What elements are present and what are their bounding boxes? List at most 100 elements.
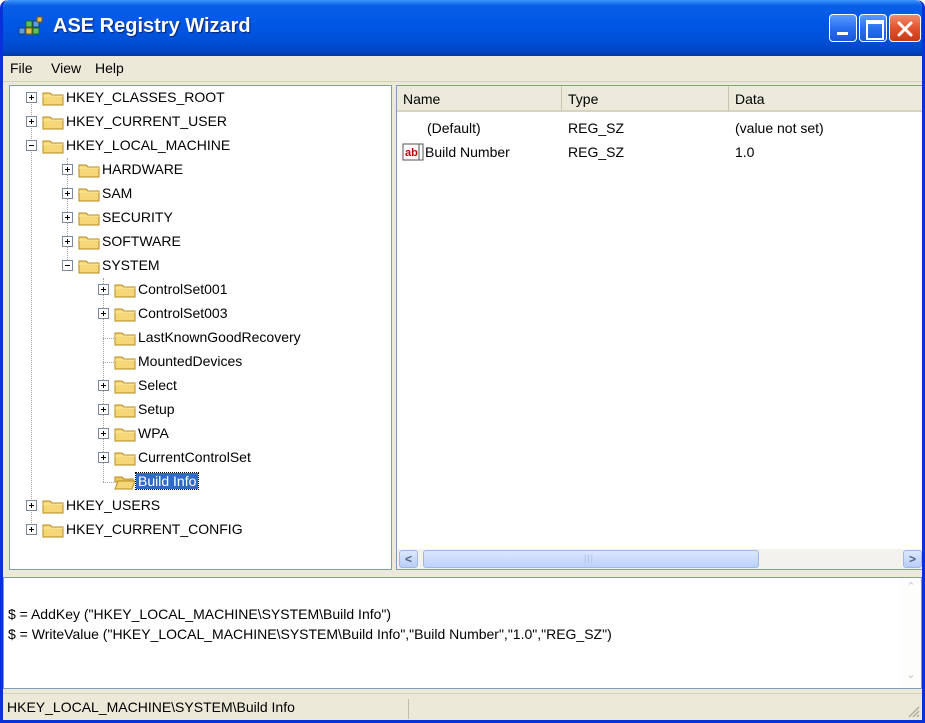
- expand-icon[interactable]: [98, 428, 109, 439]
- tree-node-label: CurrentControlSet: [138, 449, 251, 465]
- tree-node-system[interactable]: SYSTEM: [10, 254, 390, 278]
- menu-bar: File View Help: [3, 56, 922, 82]
- tree-node-label: LastKnownGoodRecovery: [138, 329, 301, 345]
- folder-icon: [114, 452, 136, 466]
- values-list[interactable]: Name Type Data (Default) REG_SZ (value n…: [396, 85, 922, 570]
- tree-node-label: ControlSet001: [138, 281, 228, 297]
- menu-view[interactable]: View: [51, 60, 81, 76]
- value-data: (value not set): [735, 120, 824, 136]
- tree-node-currentcontrolset[interactable]: CurrentControlSet: [10, 446, 390, 470]
- tree-node-label: ControlSet003: [138, 305, 228, 321]
- string-value-icon: ab: [402, 143, 424, 161]
- folder-icon: [114, 428, 136, 442]
- scroll-left-icon[interactable]: <: [399, 550, 418, 568]
- expand-icon[interactable]: [98, 452, 109, 463]
- column-header-type[interactable]: Type: [562, 86, 729, 112]
- tree-node-controlset001[interactable]: ControlSet001: [10, 278, 390, 302]
- menu-help[interactable]: Help: [95, 60, 124, 76]
- tree-node-security[interactable]: SECURITY: [10, 206, 390, 230]
- collapse-icon[interactable]: [62, 260, 73, 271]
- scroll-thumb[interactable]: [423, 550, 759, 568]
- tree-node-lastknowngoodrecovery[interactable]: LastKnownGoodRecovery: [10, 326, 390, 350]
- tree-node-label: Setup: [138, 401, 175, 417]
- menu-file[interactable]: File: [10, 60, 33, 76]
- status-path: HKEY_LOCAL_MACHINE\SYSTEM\Build Info: [7, 699, 409, 719]
- tree-node-label: SOFTWARE: [102, 233, 181, 249]
- folder-icon: [42, 524, 64, 538]
- vertical-scrollbar[interactable]: ⌃ ⌄: [901, 578, 921, 688]
- folder-icon: [42, 116, 64, 130]
- tree-node-hkey-users[interactable]: HKEY_USERS: [10, 494, 390, 518]
- list-row-build-number[interactable]: ab Build Number REG_SZ 1.0: [397, 140, 922, 164]
- expand-icon[interactable]: [26, 92, 37, 103]
- folder-icon: [78, 212, 100, 226]
- script-line: $ = AddKey ("HKEY_LOCAL_MACHINE\SYSTEM\B…: [8, 606, 392, 622]
- scroll-right-icon[interactable]: >: [903, 550, 922, 568]
- expand-icon[interactable]: [98, 380, 109, 391]
- tree-node-label: HKEY_CURRENT_CONFIG: [66, 521, 243, 537]
- column-header-name[interactable]: Name: [397, 86, 562, 112]
- folder-icon: [114, 380, 136, 394]
- folder-icon: [114, 404, 136, 418]
- folder-icon: [114, 308, 136, 322]
- tree-node-hkey-local-machine[interactable]: HKEY_LOCAL_MACHINE: [10, 134, 390, 158]
- folder-icon: [78, 236, 100, 250]
- folder-icon: [42, 92, 64, 106]
- expand-icon[interactable]: [26, 500, 37, 511]
- expand-icon[interactable]: [98, 308, 109, 319]
- title-bar[interactable]: ASE Registry Wizard: [3, 0, 922, 56]
- tree-node-build-info[interactable]: Build Info: [10, 470, 390, 494]
- tree-node-label: HKEY_USERS: [66, 497, 161, 513]
- registry-app-icon: [18, 16, 43, 35]
- expand-icon[interactable]: [26, 116, 37, 127]
- folder-icon: [78, 260, 100, 274]
- tree-node-label: HARDWARE: [102, 161, 184, 177]
- script-line: $ = WriteValue ("HKEY_LOCAL_MACHINE\SYST…: [8, 626, 612, 642]
- tree-node-wpa[interactable]: WPA: [10, 422, 390, 446]
- tree-node-label: MountedDevices: [138, 353, 243, 369]
- tree-node-controlset003[interactable]: ControlSet003: [10, 302, 390, 326]
- tree-node-label: SAM: [102, 185, 133, 201]
- column-header-data[interactable]: Data: [729, 86, 922, 112]
- tree-node-mounteddevices[interactable]: MountedDevices: [10, 350, 390, 374]
- close-icon: [897, 21, 913, 37]
- list-row-default[interactable]: (Default) REG_SZ (value not set): [397, 116, 922, 140]
- tree-node-sam[interactable]: SAM: [10, 182, 390, 206]
- expand-icon[interactable]: [62, 212, 73, 223]
- expand-icon[interactable]: [98, 404, 109, 415]
- value-type: REG_SZ: [568, 144, 625, 160]
- status-bar: HKEY_LOCAL_MACHINE\SYSTEM\Build Info: [3, 693, 922, 720]
- window-title: ASE Registry Wizard: [53, 15, 251, 37]
- tree-node-hkey-classes-root[interactable]: HKEY_CLASSES_ROOT: [10, 86, 390, 110]
- expand-icon[interactable]: [26, 524, 37, 535]
- close-button[interactable]: [889, 14, 921, 42]
- maximize-button[interactable]: [859, 14, 887, 42]
- tree-node-hkey-current-user[interactable]: HKEY_CURRENT_USER: [10, 110, 390, 134]
- tree-node-hkey-current-config[interactable]: HKEY_CURRENT_CONFIG: [10, 518, 390, 542]
- tree-node-select[interactable]: Select: [10, 374, 390, 398]
- tree-node-software[interactable]: SOFTWARE: [10, 230, 390, 254]
- script-output[interactable]: $ = AddKey ("HKEY_LOCAL_MACHINE\SYSTEM\B…: [3, 577, 922, 689]
- registry-tree[interactable]: HKEY_CLASSES_ROOT HKEY_CURRENT_USER HKEY…: [9, 85, 392, 570]
- resize-grip-icon[interactable]: [906, 704, 920, 718]
- open-folder-icon: [114, 476, 136, 490]
- tree-node-label: Select: [138, 377, 177, 393]
- tree-node-label: HKEY_LOCAL_MACHINE: [66, 137, 231, 153]
- expand-icon[interactable]: [62, 164, 73, 175]
- folder-icon: [78, 188, 100, 202]
- expand-icon[interactable]: [98, 284, 109, 295]
- collapse-icon[interactable]: [26, 140, 37, 151]
- tree-node-setup[interactable]: Setup: [10, 398, 390, 422]
- tree-node-label: HKEY_CLASSES_ROOT: [66, 89, 225, 105]
- scroll-up-icon[interactable]: ⌃: [902, 580, 920, 598]
- scroll-down-icon[interactable]: ⌄: [902, 668, 920, 686]
- horizontal-scrollbar[interactable]: < >: [397, 549, 922, 569]
- minimize-button[interactable]: [829, 14, 857, 42]
- value-name: (Default): [427, 120, 481, 136]
- expand-icon[interactable]: [62, 236, 73, 247]
- expand-icon[interactable]: [62, 188, 73, 199]
- tree-node-hardware[interactable]: HARDWARE: [10, 158, 390, 182]
- folder-icon: [42, 140, 64, 154]
- tree-node-label: Build Info: [134, 472, 200, 490]
- svg-text:ab: ab: [405, 147, 418, 159]
